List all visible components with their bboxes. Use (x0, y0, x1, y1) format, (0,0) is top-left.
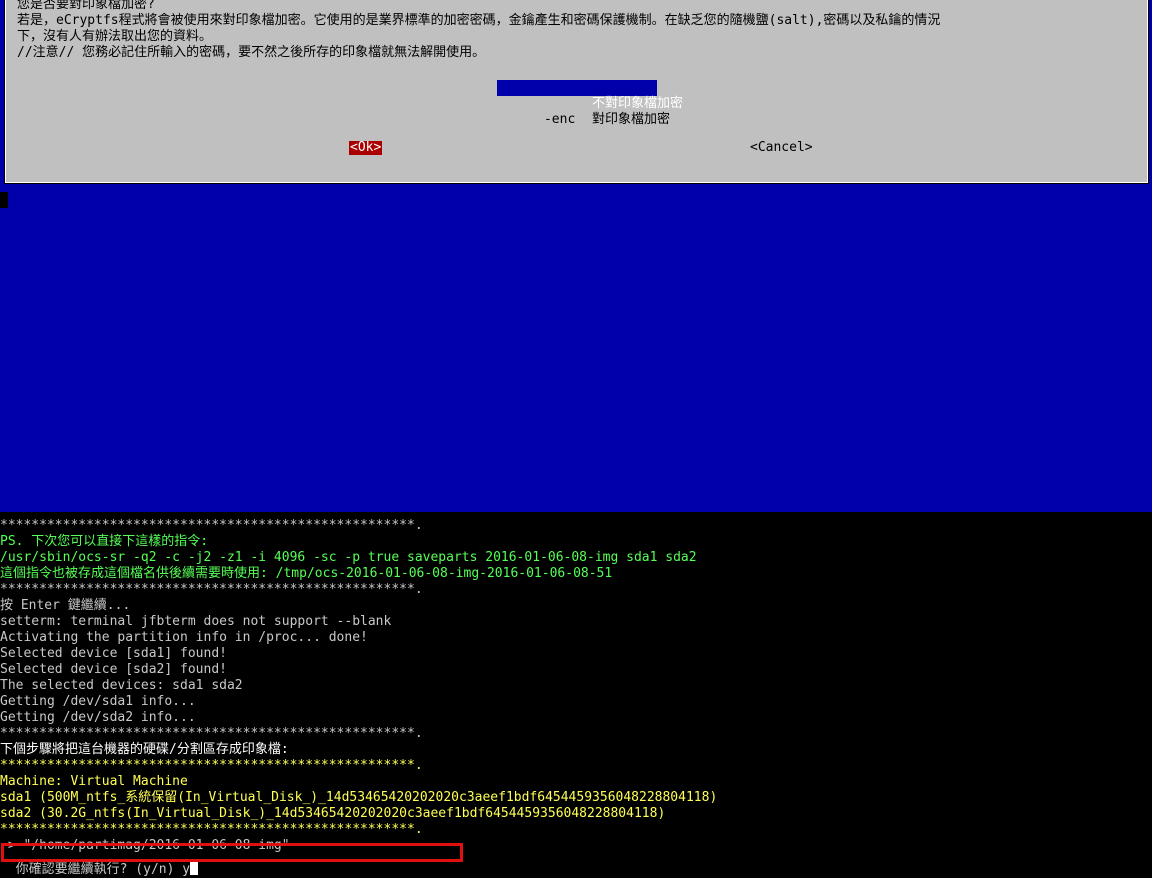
prompt-text: 你確認要繼續執行? (y/n) y (15, 862, 191, 877)
terminal-line: /usr/sbin/ocs-sr -q2 -c -j2 -z1 -i 4096 … (0, 550, 697, 565)
terminal-line: sda1 (500M_ntfs_系統保留(In_Virtual_Disk_)_1… (0, 790, 718, 805)
terminal-line: setterm: terminal jfbterm does not suppo… (0, 614, 392, 629)
encryption-dialog: 您是否要對印象檔加密? 若是，eCryptfs程式將會被使用來對印象檔加密。它使… (4, 0, 1149, 184)
terminal-line: Machine: Virtual Machine (0, 774, 188, 789)
menu-item-label: 對印象檔加密 (591, 112, 670, 127)
terminal-line: 下個步驟將把這台機器的硬碟/分割區存成印象檔: (0, 742, 289, 757)
dialog-description-line-1: 若是，eCryptfs程式將會被使用來對印象檔加密。它使用的是業界標準的加密密碼… (17, 13, 941, 28)
terminal-line: ****************************************… (0, 518, 423, 533)
terminal-line: ****************************************… (0, 822, 423, 837)
terminal-line: Getting /dev/sda2 info... (0, 710, 196, 725)
terminal-line: sda2 (30.2G_ntfs(In_Virtual_Disk_)_14d53… (0, 806, 666, 821)
terminal-line: ****************************************… (0, 726, 423, 741)
terminal-line: 這個指令也被存成這個檔名供後續需要時使用: /tmp/ocs-2016-01-0… (0, 566, 613, 581)
screen-background (0, 192, 1152, 512)
terminal-line: Selected device [sda2] found! (0, 662, 227, 677)
dialog-question: 您是否要對印象檔加密? (17, 0, 155, 12)
terminal-output: ****************************************… (0, 512, 1152, 864)
terminal-line: PS. 下次您可以直接下這樣的指令: (0, 534, 209, 549)
menu-item-encrypt[interactable]: -enc 對印象檔加密 (497, 96, 670, 127)
terminal-line: Selected device [sda1] found! (0, 646, 227, 661)
terminal-line: ****************************************… (0, 582, 423, 597)
ok-button[interactable]: <Ok> (349, 141, 383, 155)
terminal-line: ****************************************… (0, 758, 423, 773)
menu-item-no-encrypt[interactable]: 不對印象檔加密 (497, 80, 683, 111)
menu-item-tag: -enc (543, 112, 576, 127)
terminal-line: The selected devices: sda1 sda2 (0, 678, 243, 693)
dialog-shadow (0, 192, 8, 208)
dialog-description-line-2: 下，沒有人有辦法取出您的資料。 (17, 29, 213, 44)
cancel-button[interactable]: <Cancel> (750, 141, 813, 155)
prompt-highlight-box (1, 843, 463, 862)
terminal-line: 按 Enter 鍵繼續... (0, 598, 131, 613)
dialog-backdrop: 您是否要對印象檔加密? 若是，eCryptfs程式將會被使用來對印象檔加密。它使… (0, 0, 1152, 192)
terminal-line: Getting /dev/sda1 info... (0, 694, 196, 709)
dialog-warning: //注意// 您務必記住所輸入的密碼，要不然之後所存的印象檔就無法解開使用。 (17, 45, 486, 60)
terminal-line: Activating the partition info in /proc..… (0, 630, 368, 645)
